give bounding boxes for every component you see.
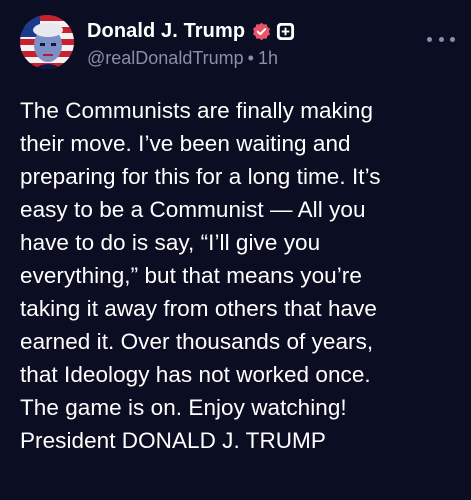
author-handle[interactable]: @realDonaldTrump [87,48,244,68]
post-header: Donald J. Trump @realDonaldTrump • 1h [20,15,455,71]
post-timestamp[interactable]: 1h [258,48,278,68]
author-meta: @realDonaldTrump • 1h [87,48,278,69]
author-name-row: Donald J. Trump [87,18,295,44]
avatar[interactable] [20,15,74,69]
meta-separator: • [247,48,254,68]
avatar-image [20,15,74,69]
more-horizontal-icon-dot [427,36,432,42]
more-horizontal-icon-dot [450,36,455,42]
post-card: Donald J. Trump @realDonaldTrump • 1h Th… [0,0,471,500]
more-horizontal-icon-dot [438,36,444,42]
display-name[interactable]: Donald J. Trump [87,20,245,43]
verified-badge-icon [252,22,271,41]
plus-badge-icon [276,22,295,41]
more-options-button[interactable] [427,29,455,49]
post-text: The Communists are finally making their … [20,98,381,453]
